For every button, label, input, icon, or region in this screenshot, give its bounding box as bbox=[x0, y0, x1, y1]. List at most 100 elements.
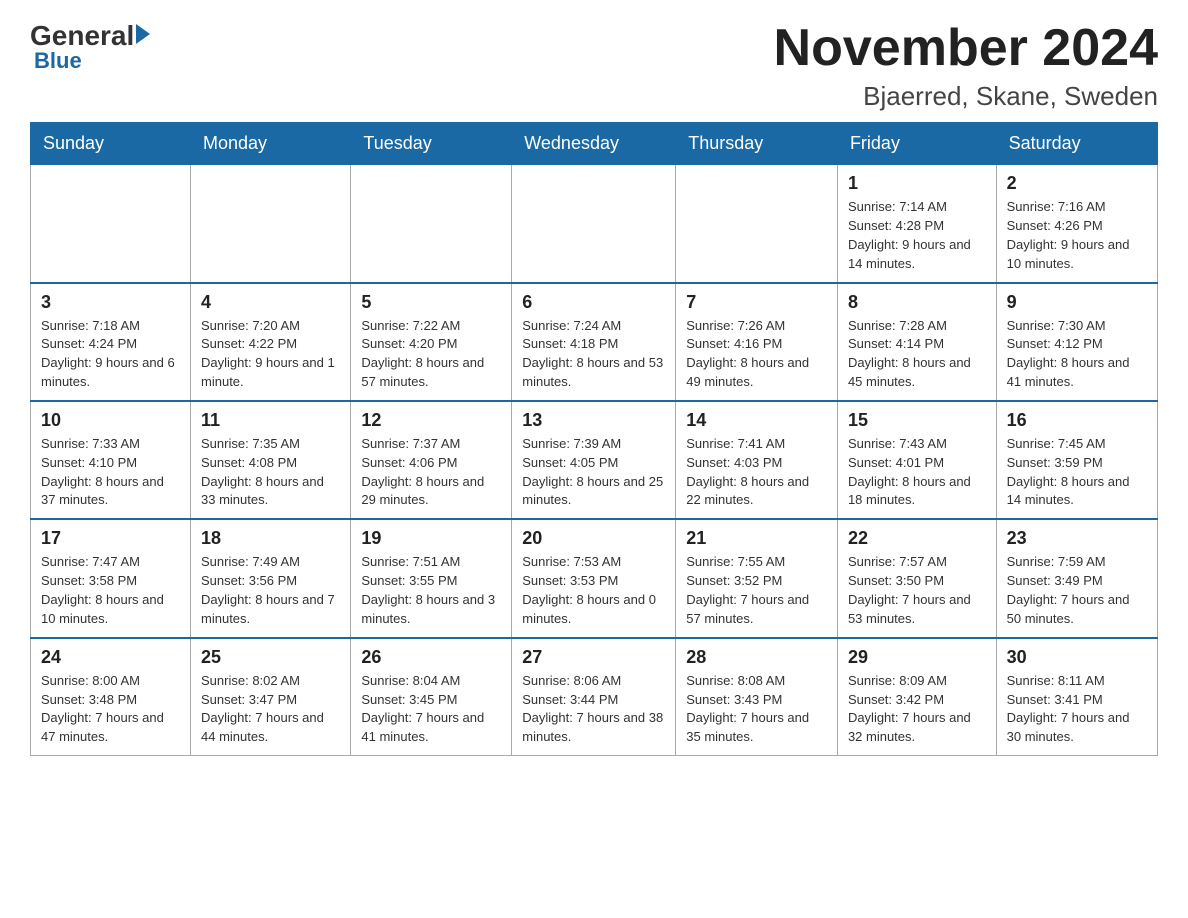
calendar-cell: 28 Sunrise: 8:08 AM Sunset: 3:43 PM Dayli… bbox=[676, 638, 838, 756]
day-info: Sunrise: 8:02 AM Sunset: 3:47 PM Dayligh… bbox=[201, 672, 340, 747]
calendar-cell: 11Sunrise: 7:35 AM Sunset: 4:08 PM Dayli… bbox=[191, 401, 351, 519]
day-number: 20 bbox=[522, 528, 665, 549]
day-number: 7 bbox=[686, 292, 827, 313]
day-info: Sunrise: 7:35 AM Sunset: 4:08 PM Dayligh… bbox=[201, 435, 340, 510]
week-row-4: 17 Sunrise: 7:47 AM Sunset: 3:58 PM Dayli… bbox=[31, 519, 1158, 637]
calendar-cell: 25 Sunrise: 8:02 AM Sunset: 3:47 PM Dayli… bbox=[191, 638, 351, 756]
day-number: 16 bbox=[1007, 410, 1147, 431]
day-number: 19 bbox=[361, 528, 501, 549]
day-number: 22 bbox=[848, 528, 986, 549]
day-number: 3 bbox=[41, 292, 180, 313]
day-number: 29 bbox=[848, 647, 986, 668]
day-info: Sunrise: 7:53 AM Sunset: 3:53 PM Dayligh… bbox=[522, 553, 665, 628]
calendar-cell: 10 Sunrise: 7:33 AM Sunset: 4:10 PM Dayli… bbox=[31, 401, 191, 519]
calendar-cell: 5Sunrise: 7:22 AM Sunset: 4:20 PM Daylig… bbox=[351, 283, 512, 401]
month-title: November 2024 bbox=[774, 20, 1158, 77]
calendar-table: SundayMondayTuesdayWednesdayThursdayFrid… bbox=[30, 122, 1158, 756]
week-row-5: 24 Sunrise: 8:00 AM Sunset: 3:48 PM Dayli… bbox=[31, 638, 1158, 756]
day-number: 18 bbox=[201, 528, 340, 549]
weekday-header-tuesday: Tuesday bbox=[351, 123, 512, 165]
calendar-cell: 2 Sunrise: 7:16 AM Sunset: 4:26 PM Daylig… bbox=[996, 165, 1157, 283]
calendar-cell: 1Sunrise: 7:14 AM Sunset: 4:28 PM Daylig… bbox=[837, 165, 996, 283]
day-number: 24 bbox=[41, 647, 180, 668]
day-info: Sunrise: 7:39 AM Sunset: 4:05 PM Dayligh… bbox=[522, 435, 665, 510]
day-info: Sunrise: 7:45 AM Sunset: 3:59 PM Dayligh… bbox=[1007, 435, 1147, 510]
day-info: Sunrise: 7:16 AM Sunset: 4:26 PM Dayligh… bbox=[1007, 198, 1147, 273]
day-info: Sunrise: 7:30 AM Sunset: 4:12 PM Dayligh… bbox=[1007, 317, 1147, 392]
day-number: 2 bbox=[1007, 173, 1147, 194]
calendar-cell: 3 Sunrise: 7:18 AM Sunset: 4:24 PM Daylig… bbox=[31, 283, 191, 401]
calendar-cell: 24 Sunrise: 8:00 AM Sunset: 3:48 PM Dayli… bbox=[31, 638, 191, 756]
page-header: General Blue November 2024 Bjaerred, Ska… bbox=[30, 20, 1158, 112]
day-number: 8 bbox=[848, 292, 986, 313]
day-info: Sunrise: 7:18 AM Sunset: 4:24 PM Dayligh… bbox=[41, 317, 180, 392]
location-title: Bjaerred, Skane, Sweden bbox=[774, 81, 1158, 112]
calendar-cell bbox=[351, 165, 512, 283]
calendar-cell bbox=[191, 165, 351, 283]
day-info: Sunrise: 7:57 AM Sunset: 3:50 PM Dayligh… bbox=[848, 553, 986, 628]
day-number: 10 bbox=[41, 410, 180, 431]
day-info: Sunrise: 8:00 AM Sunset: 3:48 PM Dayligh… bbox=[41, 672, 180, 747]
calendar-cell: 7 Sunrise: 7:26 AM Sunset: 4:16 PM Daylig… bbox=[676, 283, 838, 401]
calendar-cell: 20 Sunrise: 7:53 AM Sunset: 3:53 PM Dayli… bbox=[512, 519, 676, 637]
day-number: 17 bbox=[41, 528, 180, 549]
day-number: 26 bbox=[361, 647, 501, 668]
weekday-header-wednesday: Wednesday bbox=[512, 123, 676, 165]
day-number: 28 bbox=[686, 647, 827, 668]
weekday-header-saturday: Saturday bbox=[996, 123, 1157, 165]
day-number: 6 bbox=[522, 292, 665, 313]
day-number: 9 bbox=[1007, 292, 1147, 313]
calendar-cell: 21 Sunrise: 7:55 AM Sunset: 3:52 PM Dayli… bbox=[676, 519, 838, 637]
calendar-cell bbox=[676, 165, 838, 283]
day-info: Sunrise: 8:06 AM Sunset: 3:44 PM Dayligh… bbox=[522, 672, 665, 747]
calendar-cell: 9 Sunrise: 7:30 AM Sunset: 4:12 PM Daylig… bbox=[996, 283, 1157, 401]
calendar-cell: 4Sunrise: 7:20 AM Sunset: 4:22 PM Daylig… bbox=[191, 283, 351, 401]
day-info: Sunrise: 7:37 AM Sunset: 4:06 PM Dayligh… bbox=[361, 435, 501, 510]
day-info: Sunrise: 7:55 AM Sunset: 3:52 PM Dayligh… bbox=[686, 553, 827, 628]
day-number: 25 bbox=[201, 647, 340, 668]
calendar-cell: 14Sunrise: 7:41 AM Sunset: 4:03 PM Dayli… bbox=[676, 401, 838, 519]
day-info: Sunrise: 7:33 AM Sunset: 4:10 PM Dayligh… bbox=[41, 435, 180, 510]
day-number: 1 bbox=[848, 173, 986, 194]
calendar-cell: 29Sunrise: 8:09 AM Sunset: 3:42 PM Dayli… bbox=[837, 638, 996, 756]
calendar-cell bbox=[31, 165, 191, 283]
calendar-cell: 12 Sunrise: 7:37 AM Sunset: 4:06 PM Dayli… bbox=[351, 401, 512, 519]
calendar-cell: 8 Sunrise: 7:28 AM Sunset: 4:14 PM Daylig… bbox=[837, 283, 996, 401]
calendar-cell: 16 Sunrise: 7:45 AM Sunset: 3:59 PM Dayli… bbox=[996, 401, 1157, 519]
day-info: Sunrise: 7:59 AM Sunset: 3:49 PM Dayligh… bbox=[1007, 553, 1147, 628]
weekday-header-row: SundayMondayTuesdayWednesdayThursdayFrid… bbox=[31, 123, 1158, 165]
day-info: Sunrise: 7:28 AM Sunset: 4:14 PM Dayligh… bbox=[848, 317, 986, 392]
day-number: 5 bbox=[361, 292, 501, 313]
day-number: 13 bbox=[522, 410, 665, 431]
calendar-cell bbox=[512, 165, 676, 283]
calendar-cell: 17 Sunrise: 7:47 AM Sunset: 3:58 PM Dayli… bbox=[31, 519, 191, 637]
week-row-1: 1Sunrise: 7:14 AM Sunset: 4:28 PM Daylig… bbox=[31, 165, 1158, 283]
day-info: Sunrise: 7:41 AM Sunset: 4:03 PM Dayligh… bbox=[686, 435, 827, 510]
calendar-cell: 6 Sunrise: 7:24 AM Sunset: 4:18 PM Daylig… bbox=[512, 283, 676, 401]
calendar-cell: 22 Sunrise: 7:57 AM Sunset: 3:50 PM Dayli… bbox=[837, 519, 996, 637]
day-info: Sunrise: 7:24 AM Sunset: 4:18 PM Dayligh… bbox=[522, 317, 665, 392]
weekday-header-thursday: Thursday bbox=[676, 123, 838, 165]
day-info: Sunrise: 7:20 AM Sunset: 4:22 PM Dayligh… bbox=[201, 317, 340, 392]
calendar-cell: 13 Sunrise: 7:39 AM Sunset: 4:05 PM Dayli… bbox=[512, 401, 676, 519]
calendar-cell: 19 Sunrise: 7:51 AM Sunset: 3:55 PM Dayli… bbox=[351, 519, 512, 637]
logo: General Blue bbox=[30, 20, 150, 74]
day-info: Sunrise: 8:04 AM Sunset: 3:45 PM Dayligh… bbox=[361, 672, 501, 747]
day-number: 21 bbox=[686, 528, 827, 549]
day-number: 23 bbox=[1007, 528, 1147, 549]
day-number: 30 bbox=[1007, 647, 1147, 668]
calendar-cell: 26 Sunrise: 8:04 AM Sunset: 3:45 PM Dayli… bbox=[351, 638, 512, 756]
weekday-header-sunday: Sunday bbox=[31, 123, 191, 165]
logo-blue: Blue bbox=[34, 48, 82, 74]
calendar-cell: 23 Sunrise: 7:59 AM Sunset: 3:49 PM Dayli… bbox=[996, 519, 1157, 637]
calendar-cell: 15Sunrise: 7:43 AM Sunset: 4:01 PM Dayli… bbox=[837, 401, 996, 519]
day-info: Sunrise: 8:11 AM Sunset: 3:41 PM Dayligh… bbox=[1007, 672, 1147, 747]
day-number: 12 bbox=[361, 410, 501, 431]
day-info: Sunrise: 7:51 AM Sunset: 3:55 PM Dayligh… bbox=[361, 553, 501, 628]
day-info: Sunrise: 7:47 AM Sunset: 3:58 PM Dayligh… bbox=[41, 553, 180, 628]
week-row-3: 10 Sunrise: 7:33 AM Sunset: 4:10 PM Dayli… bbox=[31, 401, 1158, 519]
day-info: Sunrise: 7:26 AM Sunset: 4:16 PM Dayligh… bbox=[686, 317, 827, 392]
weekday-header-monday: Monday bbox=[191, 123, 351, 165]
day-info: Sunrise: 8:08 AM Sunset: 3:43 PM Dayligh… bbox=[686, 672, 827, 747]
day-number: 15 bbox=[848, 410, 986, 431]
